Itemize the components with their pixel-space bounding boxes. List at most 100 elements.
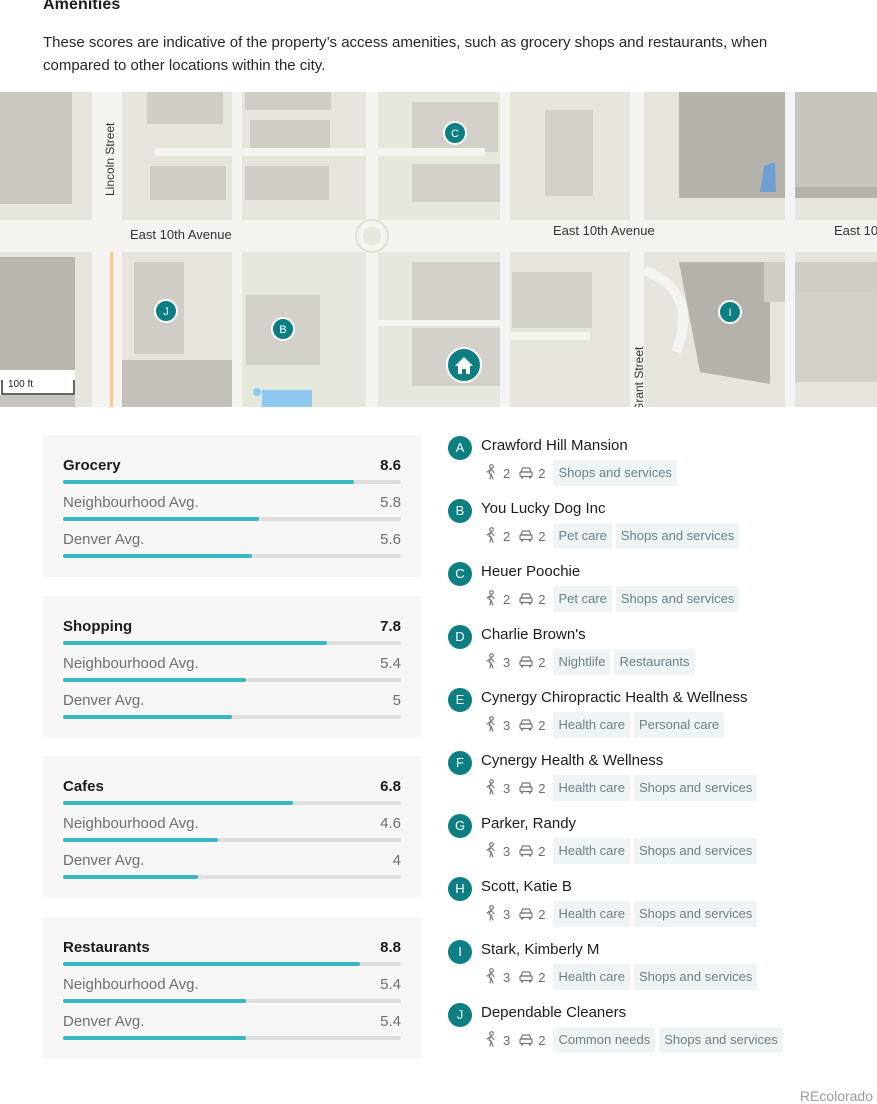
score-label: Cafes [63, 778, 104, 795]
score-bar-fill [63, 962, 361, 966]
amenities-map[interactable]: Lincoln Street East 10th Avenue East 10t… [0, 92, 877, 407]
score-row-category: Cafes 6.8 [63, 778, 401, 808]
amenity-letter-badge: F [448, 751, 472, 775]
walk-minutes: 3 [503, 1032, 511, 1048]
amenity-item[interactable]: H Scott, Katie B 3 2 Health care Shops and se… [448, 876, 868, 936]
amenity-name: Charlie Brown's [481, 626, 586, 643]
amenity-letter-badge: A [448, 436, 472, 460]
amenity-name: Parker, Randy [481, 815, 577, 832]
svg-text:J: J [163, 306, 169, 318]
amenity-tag: Health care [553, 775, 630, 801]
car-icon [518, 905, 538, 924]
score-label: Neighbourhood Avg. [63, 655, 199, 672]
amenity-item[interactable]: D Charlie Brown's 3 2 Nightlife Restaurants [448, 624, 868, 684]
score-bar-track [63, 999, 401, 1003]
score-bar-track [63, 554, 401, 558]
amenity-tag: Shops and services [633, 901, 758, 927]
amenity-meta: 3 2 Health care Shops and services [483, 775, 761, 801]
map-pin-j[interactable]: J [154, 299, 178, 323]
drive-minutes: 2 [538, 906, 546, 922]
amenity-meta: 3 2 Health care Personal care [483, 712, 728, 738]
amenity-tag: Shops and services [659, 1027, 783, 1053]
svg-text:I: I [728, 307, 731, 319]
score-row-city: Denver Avg. 5.4 [63, 1013, 401, 1043]
car-icon [518, 464, 538, 483]
amenity-letter-badge: I [448, 940, 472, 964]
svg-text:B: B [279, 324, 286, 336]
amenity-tag: Shops and services [633, 964, 758, 990]
amenity-item[interactable]: A Crawford Hill Mansion 2 2 Shops and servic… [448, 435, 868, 495]
walking-person-icon [483, 904, 503, 924]
amenity-name: Cynergy Chiropractic Health & Wellness [481, 689, 748, 706]
score-card-restaurants: Restaurants 8.8 Neighbourhood Avg. 5.4 Denve… [43, 917, 421, 1059]
amenity-tag: Shops and services [615, 586, 740, 612]
map-street-label: East 10th Avenue [553, 223, 655, 238]
walking-person-icon [483, 841, 503, 861]
score-row-category: Grocery 8.6 [63, 457, 401, 487]
score-bar-track [63, 517, 401, 521]
walk-minutes: 3 [503, 969, 511, 985]
amenity-item[interactable]: E Cynergy Chiropractic Health & Wellness 3… [448, 687, 868, 747]
amenity-tag: Health care [553, 964, 630, 990]
amenity-name: Heuer Poochie [481, 563, 581, 580]
map-pin-i[interactable]: I [718, 300, 742, 324]
amenity-tag: Common needs [553, 1027, 656, 1053]
amenity-item[interactable]: C Heuer Poochie 2 2 Pet care Shops and servic… [448, 561, 868, 621]
walk-minutes: 3 [503, 843, 511, 859]
score-value: 5.4 [380, 976, 401, 993]
score-value: 5.4 [380, 1013, 401, 1030]
score-value: 5 [392, 692, 401, 709]
amenity-tag: Shops and services [553, 460, 677, 486]
car-icon [518, 527, 538, 546]
walk-minutes: 3 [503, 654, 511, 670]
drive-minutes: 2 [538, 528, 546, 544]
amenity-tag: Shops and services [633, 838, 758, 864]
amenity-letter-badge: J [448, 1003, 472, 1027]
amenity-tag: Personal care [633, 712, 725, 738]
score-label: Denver Avg. [63, 531, 145, 548]
amenity-item[interactable]: B You Lucky Dog Inc 2 2 Pet care Shops and se… [448, 498, 868, 558]
amenity-meta: 3 2 Health care Shops and services [483, 838, 761, 864]
map-pin-c[interactable]: C [443, 121, 467, 145]
score-bar-fill [63, 1036, 246, 1040]
amenity-tag: Shops and services [633, 775, 758, 801]
amenity-item[interactable]: G Parker, Randy 3 2 Health care Shops and ser… [448, 813, 868, 873]
amenity-letter-badge: G [448, 814, 472, 838]
amenity-name: Scott, Katie B [481, 878, 572, 895]
car-icon [518, 968, 538, 987]
drive-minutes: 2 [538, 1032, 546, 1048]
score-value: 4 [392, 852, 401, 869]
walk-minutes: 3 [503, 717, 511, 733]
drive-minutes: 2 [538, 843, 546, 859]
score-bar-fill [63, 838, 219, 842]
score-bar-track [63, 801, 401, 805]
drive-minutes: 2 [538, 465, 546, 481]
map-street-label: East 10 [834, 223, 877, 238]
amenity-letter-badge: H [448, 877, 472, 901]
car-icon [518, 590, 538, 609]
score-label: Restaurants [63, 939, 150, 956]
amenity-meta: 3 2 Health care Shops and services [483, 901, 761, 927]
amenity-tag: Health care [553, 901, 630, 927]
walking-person-icon [483, 778, 503, 798]
score-label: Neighbourhood Avg. [63, 815, 199, 832]
car-icon [518, 653, 538, 672]
home-icon[interactable] [446, 347, 482, 383]
amenity-item[interactable]: J Dependable Cleaners 3 2 Common needs Shops … [448, 1002, 868, 1062]
score-bar-track [63, 875, 401, 879]
amenity-item[interactable]: F Cynergy Health & Wellness 3 2 Health care S… [448, 750, 868, 810]
walk-minutes: 2 [503, 591, 511, 607]
amenity-item[interactable]: I Stark, Kimberly M 3 2 Health care Shops and… [448, 939, 868, 999]
score-row-neighbourhood: Neighbourhood Avg. 5.4 [63, 976, 401, 1006]
score-value: 6.8 [380, 778, 401, 795]
walking-person-icon [483, 589, 503, 609]
map-street-label: Lincoln Street [103, 122, 117, 196]
score-bar-track [63, 678, 401, 682]
score-card-grocery: Grocery 8.6 Neighbourhood Avg. 5.8 Denver Av… [43, 435, 421, 577]
amenity-name: Dependable Cleaners [481, 1004, 627, 1021]
score-value: 5.8 [380, 494, 401, 511]
walk-minutes: 3 [503, 780, 511, 796]
amenity-name: You Lucky Dog Inc [481, 500, 606, 517]
map-pin-b[interactable]: B [271, 317, 295, 341]
score-bar-fill [63, 517, 260, 521]
